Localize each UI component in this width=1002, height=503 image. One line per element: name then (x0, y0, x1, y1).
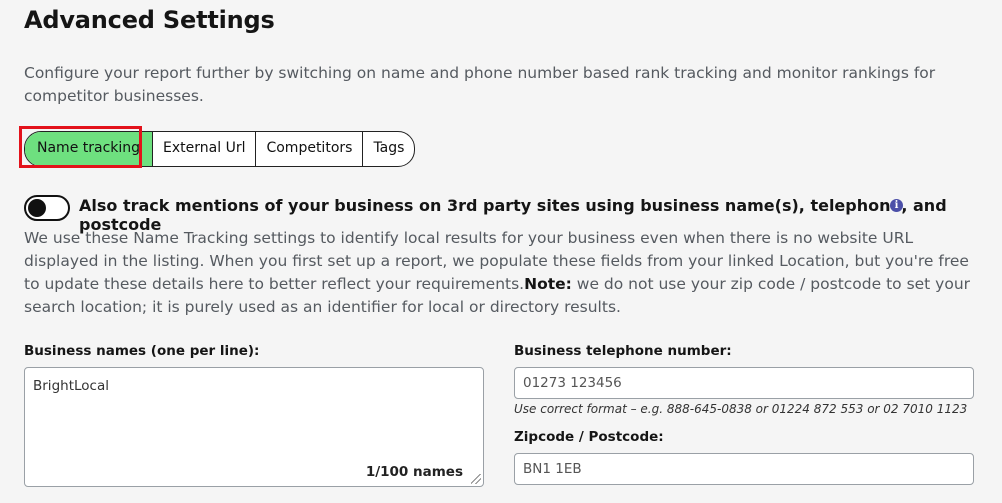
telephone-format-hint: Use correct format – e.g. 888-645-0838 o… (514, 402, 968, 416)
telephone-label: Business telephone number: (514, 343, 732, 359)
toggle-knob (28, 199, 46, 217)
info-icon[interactable]: i (890, 199, 903, 212)
page-intro: Configure your report further by switchi… (24, 64, 936, 105)
business-names-label: Business names (one per line): (24, 343, 260, 359)
postcode-label: Zipcode / Postcode: (514, 429, 664, 445)
business-names-textarea[interactable]: BrightLocal 1/100 names (24, 367, 484, 487)
resize-handle-icon[interactable] (471, 474, 481, 484)
tab-name-tracking[interactable]: Name tracking (25, 132, 153, 166)
name-tracking-description: We use these Name Tracking settings to i… (24, 227, 974, 319)
note-label: Note: (524, 275, 572, 293)
page-title: Advanced Settings (24, 6, 275, 34)
postcode-input[interactable]: BN1 1EB (514, 453, 974, 485)
tab-tags[interactable]: Tags (362, 132, 414, 166)
business-names-value: BrightLocal (33, 378, 109, 394)
business-names-count: 1/100 names (365, 464, 463, 480)
tab-external-url[interactable]: External Url (152, 132, 255, 166)
telephone-input[interactable]: 01273 123456 (514, 367, 974, 399)
tab-competitors[interactable]: Competitors (255, 132, 362, 166)
settings-tabs: Name tracking External Url Competitors T… (24, 131, 416, 167)
name-tracking-toggle[interactable] (24, 195, 70, 221)
